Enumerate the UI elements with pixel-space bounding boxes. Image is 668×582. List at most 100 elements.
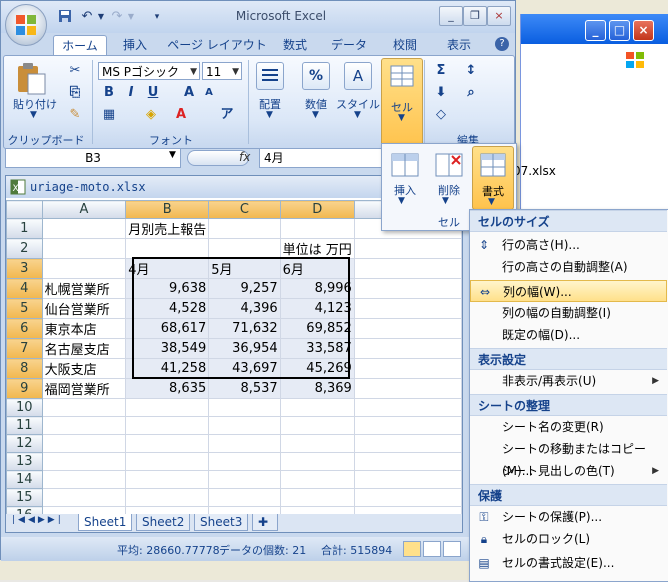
fill-color-icon[interactable]: ◈ [142, 106, 160, 124]
cell-e[interactable] [353, 452, 463, 471]
sheet-tab[interactable]: Sheet3 [194, 514, 249, 531]
cell-e[interactable] [353, 298, 463, 319]
menu-item-protect-sheet[interactable]: ⚿ シートの保護(P)... [470, 506, 667, 528]
cell-b[interactable] [125, 488, 210, 507]
cell-e[interactable] [353, 488, 463, 507]
format-cells-button[interactable]: 書式 ▼ [472, 146, 514, 210]
cell-d[interactable] [279, 416, 355, 435]
menu-item-rename-sheet[interactable]: シート名の変更(R) [470, 416, 667, 438]
tab-view[interactable]: 表示 [437, 35, 481, 55]
cell-b[interactable]: 4,528 [125, 298, 210, 319]
cell-c[interactable] [208, 416, 281, 435]
title-bar[interactable]: ↶ ▼ ↷ ▼ ▾ Microsoft Excel _ ❐ × [1, 1, 515, 33]
tab-home[interactable]: ホーム [53, 35, 107, 56]
font-color-icon[interactable]: A [172, 106, 190, 124]
cell-c[interactable]: 36,954 [208, 338, 281, 359]
undo-dropdown-icon[interactable]: ▼ [93, 9, 109, 25]
cell-b[interactable] [125, 238, 210, 259]
cell-d[interactable]: 45,269 [279, 358, 355, 379]
cell-b[interactable] [125, 452, 210, 471]
row-header[interactable]: 4 [6, 278, 43, 299]
paste-icon[interactable] [14, 62, 50, 96]
cell-c[interactable] [208, 434, 281, 453]
cell-d[interactable]: 4,123 [279, 298, 355, 319]
cell-a[interactable] [41, 470, 127, 489]
sheet-nav-icons[interactable]: |◀◀▶▶| [12, 515, 64, 525]
cell-b[interactable]: 38,549 [125, 338, 210, 359]
background-window-titlebar[interactable]: _ □ × [521, 14, 668, 44]
chevron-down-icon[interactable]: ▼ [266, 110, 273, 120]
menu-item-format-cells[interactable]: ▤ セルの書式設定(E)... [470, 552, 667, 574]
cell-e[interactable] [353, 416, 463, 435]
delete-cells-button[interactable]: 削除 [430, 182, 468, 198]
cell-d[interactable]: 単位は 万円 [279, 238, 355, 259]
menu-item-move-copy-sheet[interactable]: シートの移動またはコピー(M)... [470, 438, 667, 478]
cell-b[interactable]: 9,638 [125, 278, 210, 299]
cell-d[interactable] [279, 488, 355, 507]
font-name-combo[interactable]: MS Pゴシック ▼ [98, 62, 200, 80]
menu-item-autofit-column[interactable]: 列の幅の自動調整(I) [470, 302, 667, 324]
format-painter-icon[interactable]: ✎ [66, 106, 84, 124]
shrink-font-icon[interactable]: A [200, 84, 218, 102]
row-header[interactable]: 13 [6, 452, 43, 471]
minimize-icon[interactable]: _ [585, 20, 606, 41]
fill-icon[interactable]: ⬇ [432, 84, 450, 102]
grow-font-icon[interactable]: A [180, 84, 198, 102]
cell-a[interactable] [41, 488, 127, 507]
cell-e[interactable] [353, 358, 463, 379]
cell-c[interactable] [208, 398, 281, 417]
close-button[interactable]: × [487, 6, 511, 26]
cell-e[interactable] [353, 378, 463, 399]
alignment-icon[interactable] [256, 62, 284, 90]
bold-icon[interactable]: B [100, 84, 118, 102]
cell-d[interactable] [279, 470, 355, 489]
cell-d[interactable]: 8,996 [279, 278, 355, 299]
cell-b[interactable] [125, 434, 210, 453]
cell-b[interactable]: 41,258 [125, 358, 210, 379]
menu-item-row-height[interactable]: ⇕ 行の高さ(H)... [470, 234, 667, 256]
percent-icon[interactable]: % [302, 62, 330, 90]
cell-c[interactable] [208, 218, 281, 239]
row-header[interactable]: 10 [6, 398, 43, 417]
help-icon[interactable]: ? [495, 37, 509, 51]
cell-e[interactable] [353, 398, 463, 417]
chevron-down-icon[interactable]: ▼ [312, 110, 319, 120]
cell-c[interactable] [208, 238, 281, 259]
tab-insert[interactable]: 挿入 [113, 35, 157, 55]
italic-icon[interactable]: I [122, 84, 140, 102]
maximize-icon[interactable]: □ [609, 20, 630, 41]
tab-formulas[interactable]: 数式 [273, 35, 317, 55]
cell-b[interactable]: 68,617 [125, 318, 210, 339]
menu-item-column-width[interactable]: ⇔ 列の幅(W)... [470, 280, 667, 302]
row-header[interactable]: 1 [6, 218, 43, 239]
autosum-icon[interactable]: Σ [432, 62, 450, 80]
row-header[interactable]: 11 [6, 416, 43, 435]
cell-a[interactable] [41, 416, 127, 435]
row-header[interactable]: 7 [6, 338, 43, 359]
cell-d[interactable] [279, 398, 355, 417]
cell-e[interactable] [353, 278, 463, 299]
select-all-corner[interactable] [6, 200, 43, 219]
cell-e[interactable] [353, 238, 463, 259]
styles-icon[interactable]: A [344, 62, 372, 90]
chevron-down-icon[interactable]: ▼ [442, 196, 449, 206]
insert-cells-icon[interactable] [390, 150, 420, 180]
insert-cells-button[interactable]: 挿入 [386, 182, 424, 198]
minimize-button[interactable]: _ [439, 6, 463, 26]
row-header[interactable]: 9 [6, 378, 43, 399]
cell-a[interactable] [41, 398, 127, 417]
cell-a[interactable]: 名古屋支店 [41, 338, 127, 359]
normal-view-icon[interactable] [403, 541, 421, 557]
close-icon[interactable]: × [633, 20, 654, 41]
sort-filter-icon[interactable]: ↕ [462, 62, 480, 80]
cell-a[interactable] [41, 434, 127, 453]
menu-item-autofit-row[interactable]: 行の高さの自動調整(A) [470, 256, 667, 278]
paste-dropdown-icon[interactable]: ▼ [30, 110, 37, 120]
cell-c[interactable]: 5月 [208, 258, 281, 279]
cell-d[interactable] [279, 434, 355, 453]
column-header[interactable]: B [125, 200, 210, 219]
cell-a[interactable]: 福岡営業所 [41, 378, 127, 399]
office-button[interactable] [5, 4, 47, 46]
menu-item-tab-color[interactable]: シート見出しの色(T) ▶ [470, 460, 667, 482]
row-header[interactable]: 14 [6, 470, 43, 489]
